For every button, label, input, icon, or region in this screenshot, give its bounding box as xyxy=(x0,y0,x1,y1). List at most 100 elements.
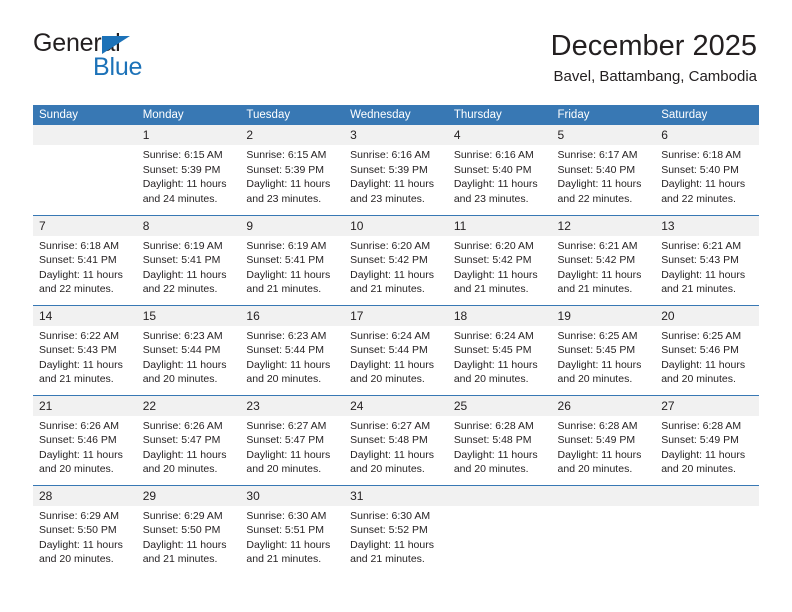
calendar-day-cell[interactable]: 27 Sunrise: 6:28 AM Sunset: 5:49 PM Dayligh… xyxy=(655,394,759,485)
daylight-text-line2: and 20 minutes. xyxy=(350,373,425,386)
daylight-text-line1: Daylight: 11 hours xyxy=(557,448,642,461)
day-number: 21 xyxy=(33,395,137,416)
calendar-day-cell[interactable]: 28 Sunrise: 6:29 AM Sunset: 5:50 PM Dayligh… xyxy=(33,484,137,575)
daylight-text-line1: Daylight: 11 hours xyxy=(453,358,538,371)
day-number: 18 xyxy=(447,305,552,326)
daylight-text-line1: Daylight: 11 hours xyxy=(350,178,434,191)
daylight-text-line1: Daylight: 11 hours xyxy=(557,358,642,371)
sunrise-text: Sunrise: 6:30 AM xyxy=(350,509,431,522)
sunset-text: Sunset: 5:43 PM xyxy=(661,254,739,267)
daylight-text-line2: and 20 minutes. xyxy=(39,463,114,476)
calendar-day-cell[interactable]: 29 Sunrise: 6:29 AM Sunset: 5:50 PM Dayligh… xyxy=(136,484,241,575)
sunset-text: Sunset: 5:49 PM xyxy=(557,434,636,447)
sunset-text: Sunset: 5:40 PM xyxy=(453,163,532,176)
day-sun-info: Sunrise: 6:18 AM Sunset: 5:41 PM Daylight:… xyxy=(33,236,137,297)
calendar-day-cell[interactable]: 21 Sunrise: 6:26 AM Sunset: 5:46 PM Dayligh… xyxy=(33,394,137,485)
daylight-text-line1: Daylight: 11 hours xyxy=(142,448,227,461)
day-number: 30 xyxy=(240,485,345,506)
sunset-text: Sunset: 5:45 PM xyxy=(557,344,636,357)
sunset-text: Sunset: 5:42 PM xyxy=(350,254,428,267)
daylight-text-line1: Daylight: 11 hours xyxy=(453,178,538,191)
calendar-day-cell[interactable]: 17 Sunrise: 6:24 AM Sunset: 5:44 PM Dayligh… xyxy=(344,304,448,395)
daylight-text-line1: Daylight: 11 hours xyxy=(142,178,227,191)
sunset-text: Sunset: 5:49 PM xyxy=(661,434,739,447)
daylight-text-line2: and 21 minutes. xyxy=(39,373,114,386)
daylight-text-line1: Daylight: 11 hours xyxy=(246,448,331,461)
sunrise-text: Sunrise: 6:27 AM xyxy=(350,419,431,432)
sunrise-text: Sunrise: 6:23 AM xyxy=(142,329,223,342)
daylight-text-line2: and 20 minutes. xyxy=(557,463,633,476)
daylight-text-line2: and 21 minutes. xyxy=(453,283,529,296)
calendar-day-cell[interactable]: 20 Sunrise: 6:25 AM Sunset: 5:46 PM Dayligh… xyxy=(655,304,759,395)
calendar-day-cell[interactable]: 14 Sunrise: 6:22 AM Sunset: 5:43 PM Dayligh… xyxy=(33,304,137,395)
calendar-day-cell[interactable]: 4 Sunrise: 6:16 AM Sunset: 5:40 PM Daylight… xyxy=(447,125,552,215)
sunset-text: Sunset: 5:48 PM xyxy=(350,434,428,447)
calendar-day-cell[interactable]: 22 Sunrise: 6:26 AM Sunset: 5:47 PM Dayligh… xyxy=(136,394,241,485)
day-sun-info: Sunrise: 6:15 AM Sunset: 5:39 PM Daylight:… xyxy=(137,145,241,206)
logo-triangle-icon xyxy=(102,36,130,54)
sunrise-text: Sunrise: 6:24 AM xyxy=(350,329,431,342)
calendar-week-row: 14 Sunrise: 6:22 AM Sunset: 5:43 PM Dayligh… xyxy=(33,304,759,395)
calendar-day-cell[interactable]: 31 Sunrise: 6:30 AM Sunset: 5:52 PM Dayligh… xyxy=(344,484,448,575)
calendar-day-cell[interactable]: 1 Sunrise: 6:15 AM Sunset: 5:39 PM Daylight… xyxy=(136,125,241,215)
daylight-text-line2: and 21 minutes. xyxy=(350,553,425,566)
weekday-header-thursday: Thursday xyxy=(447,105,552,125)
sunrise-text: Sunrise: 6:19 AM xyxy=(142,239,223,252)
daylight-text-line2: and 20 minutes. xyxy=(39,553,114,566)
day-number: 4 xyxy=(447,125,552,145)
calendar-day-cell[interactable]: 16 Sunrise: 6:23 AM Sunset: 5:44 PM Dayligh… xyxy=(240,304,345,395)
calendar-day-cell-empty xyxy=(447,484,552,575)
calendar-day-cell[interactable]: 8 Sunrise: 6:19 AM Sunset: 5:41 PM Daylight… xyxy=(136,214,241,305)
calendar-day-cell[interactable]: 7 Sunrise: 6:18 AM Sunset: 5:41 PM Daylight… xyxy=(33,214,137,305)
sunset-text: Sunset: 5:51 PM xyxy=(246,524,325,537)
weekday-header-friday: Friday xyxy=(551,105,656,125)
weekday-header-wednesday: Wednesday xyxy=(344,105,448,125)
sunrise-text: Sunrise: 6:29 AM xyxy=(39,509,119,522)
calendar-day-cell[interactable]: 10 Sunrise: 6:20 AM Sunset: 5:42 PM Dayligh… xyxy=(344,214,448,305)
sunrise-text: Sunrise: 6:20 AM xyxy=(453,239,534,252)
sunrise-text: Sunrise: 6:18 AM xyxy=(39,239,119,252)
daylight-text-line2: and 20 minutes. xyxy=(453,463,529,476)
daylight-text-line1: Daylight: 11 hours xyxy=(661,448,746,461)
day-sun-info: Sunrise: 6:19 AM Sunset: 5:41 PM Daylight:… xyxy=(240,236,344,297)
calendar-day-cell[interactable]: 11 Sunrise: 6:20 AM Sunset: 5:42 PM Dayligh… xyxy=(447,214,552,305)
calendar-day-cell[interactable]: 6 Sunrise: 6:18 AM Sunset: 5:40 PM Daylight… xyxy=(655,125,759,215)
sunset-text: Sunset: 5:39 PM xyxy=(350,163,428,176)
calendar-day-cell[interactable]: 24 Sunrise: 6:27 AM Sunset: 5:48 PM Dayligh… xyxy=(344,394,448,485)
daylight-text-line2: and 21 minutes. xyxy=(142,553,218,566)
sunrise-sunset-calendar: Sunday Monday Tuesday Wednesday Thursday… xyxy=(33,105,759,575)
logo-text-blue: Blue xyxy=(93,53,143,81)
sunrise-text: Sunrise: 6:28 AM xyxy=(453,419,534,432)
calendar-day-cell[interactable]: 25 Sunrise: 6:28 AM Sunset: 5:48 PM Dayligh… xyxy=(447,394,552,485)
calendar-day-cell[interactable]: 2 Sunrise: 6:15 AM Sunset: 5:39 PM Daylight… xyxy=(240,125,345,215)
calendar-day-cell[interactable]: 18 Sunrise: 6:24 AM Sunset: 5:45 PM Dayligh… xyxy=(447,304,552,395)
day-number: 19 xyxy=(551,305,656,326)
calendar-day-cell[interactable]: 26 Sunrise: 6:28 AM Sunset: 5:49 PM Dayligh… xyxy=(551,394,656,485)
sunset-text: Sunset: 5:50 PM xyxy=(142,524,221,537)
sunset-text: Sunset: 5:47 PM xyxy=(142,434,221,447)
calendar-day-cell[interactable]: 9 Sunrise: 6:19 AM Sunset: 5:41 PM Daylight… xyxy=(240,214,345,305)
calendar-week-row: 28 Sunrise: 6:29 AM Sunset: 5:50 PM Dayligh… xyxy=(33,484,759,575)
page-header: General Blue December 2025 Bavel, Battam… xyxy=(33,28,757,94)
sunrise-text: Sunrise: 6:26 AM xyxy=(39,419,119,432)
day-number: 27 xyxy=(655,395,759,416)
calendar-day-cell[interactable]: 3 Sunrise: 6:16 AM Sunset: 5:39 PM Daylight… xyxy=(344,125,448,215)
calendar-day-cell[interactable]: 15 Sunrise: 6:23 AM Sunset: 5:44 PM Dayligh… xyxy=(136,304,241,395)
calendar-day-cell[interactable]: 23 Sunrise: 6:27 AM Sunset: 5:47 PM Dayligh… xyxy=(240,394,345,485)
calendar-day-cell[interactable]: 12 Sunrise: 6:21 AM Sunset: 5:42 PM Dayligh… xyxy=(551,214,656,305)
sunset-text: Sunset: 5:41 PM xyxy=(246,254,325,267)
day-number xyxy=(655,485,759,506)
calendar-day-cell[interactable]: 13 Sunrise: 6:21 AM Sunset: 5:43 PM Dayligh… xyxy=(655,214,759,305)
day-sun-info: Sunrise: 6:30 AM Sunset: 5:52 PM Daylight:… xyxy=(344,506,448,567)
calendar-day-cell[interactable]: 19 Sunrise: 6:25 AM Sunset: 5:45 PM Dayligh… xyxy=(551,304,656,395)
calendar-body: 1 Sunrise: 6:15 AM Sunset: 5:39 PM Daylight… xyxy=(33,125,759,575)
calendar-day-cell[interactable]: 30 Sunrise: 6:30 AM Sunset: 5:51 PM Dayligh… xyxy=(240,484,345,575)
calendar-day-cell[interactable]: 5 Sunrise: 6:17 AM Sunset: 5:40 PM Daylight… xyxy=(551,125,656,215)
day-sun-info: Sunrise: 6:21 AM Sunset: 5:43 PM Daylight:… xyxy=(655,236,759,297)
general-blue-logo[interactable]: General Blue xyxy=(33,30,213,88)
daylight-text-line2: and 22 minutes. xyxy=(661,192,736,205)
daylight-text-line1: Daylight: 11 hours xyxy=(661,178,746,191)
day-number: 11 xyxy=(447,215,552,236)
daylight-text-line1: Daylight: 11 hours xyxy=(661,268,746,281)
sunset-text: Sunset: 5:46 PM xyxy=(661,344,739,357)
